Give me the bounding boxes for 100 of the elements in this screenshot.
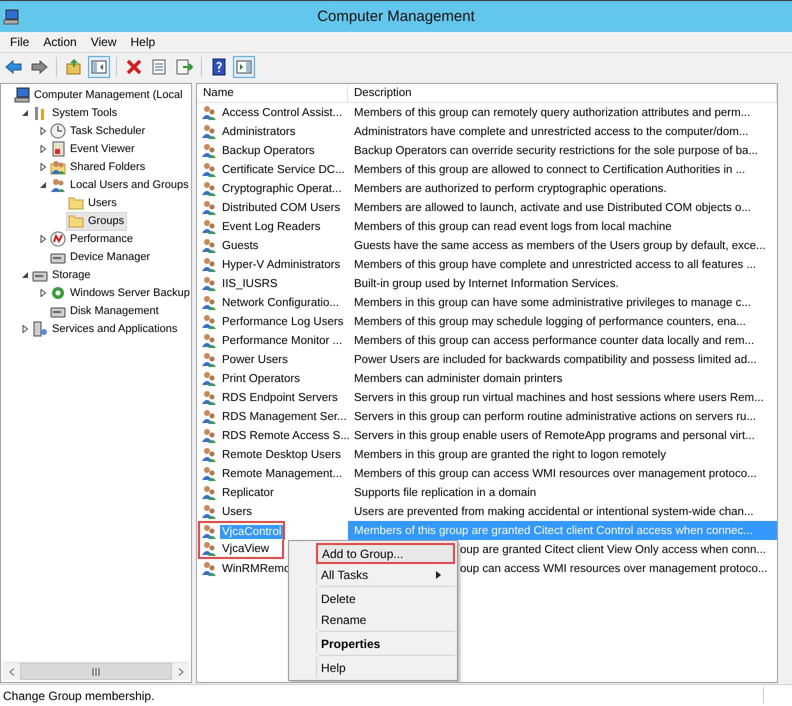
tree-item[interactable]: Groups <box>66 212 128 230</box>
tree-item[interactable]: Windows Server Backup <box>48 284 191 302</box>
gauge-icon <box>50 231 66 247</box>
expand-arrow-icon[interactable] <box>39 289 47 297</box>
menu-item[interactable]: Help <box>316 657 455 678</box>
grip-icon <box>92 668 100 676</box>
table-cell-text: Members of this group may schedule logging of performance counters, ena... <box>353 314 747 330</box>
tree-item[interactable]: Users <box>66 194 120 212</box>
table-cell-text: Members in this group are granted the right to logon remotely <box>353 448 667 462</box>
name-cell[interactable]: Print Operators <box>198 369 304 388</box>
name-cell[interactable]: RDS Remote Access S... <box>198 426 348 445</box>
table-cell-text: Distributed COM Users <box>221 200 342 214</box>
table-cell-text: Performance Log Users <box>221 314 344 328</box>
name-cell[interactable]: Distributed COM Users <box>198 198 344 217</box>
scroll-left-icon[interactable] <box>8 668 14 676</box>
table-cell-text: Supports file replication in a domain <box>353 486 538 500</box>
name-cell[interactable]: Remote Management... <box>198 464 346 483</box>
table-cell-text: oup are granted Citect client View Only access when conn... <box>460 542 767 558</box>
name-cell[interactable]: Remote Desktop Users <box>198 445 345 464</box>
scroll-right-icon[interactable] <box>178 668 184 676</box>
name-cell[interactable]: RDS Endpoint Servers <box>198 388 342 407</box>
name-cell[interactable]: Performance Monitor ... <box>198 331 346 350</box>
column-header[interactable]: Name <box>197 84 348 102</box>
expand-arrow-icon[interactable] <box>21 325 29 333</box>
menu-item[interactable]: Action <box>37 34 83 50</box>
action-pane-icon[interactable] <box>233 56 255 78</box>
tree-item[interactable]: Device Manager <box>48 248 154 266</box>
table-cell-text: Members can administer domain printers <box>353 372 564 386</box>
name-cell[interactable]: Guests <box>198 236 284 255</box>
group-icon <box>201 408 217 424</box>
tree-item[interactable]: Local Users and Groups <box>48 176 191 194</box>
name-cell[interactable]: Access Control Assist... <box>198 103 346 122</box>
tree-item[interactable]: Storage <box>30 266 94 284</box>
name-cell[interactable]: Backup Operators <box>198 141 319 160</box>
group-icon <box>201 314 217 330</box>
table-cell-text: Users are prevented from making accidental or intentional system-wide chan... <box>353 504 754 520</box>
expand-arrow-icon[interactable] <box>39 127 47 135</box>
table-cell-text: Replicator <box>221 486 275 500</box>
table-cell-text: Members in this group can have some administrative privileges to manage c... <box>353 296 752 310</box>
group-icon <box>201 162 217 178</box>
table-cell-text: Members of this group can access WMI resources over management protoco... <box>353 466 758 482</box>
name-cell[interactable]: Performance Log Users <box>198 312 348 331</box>
tree-pane-icon[interactable] <box>88 56 110 78</box>
folder-icon <box>68 213 84 229</box>
expand-arrow-icon[interactable] <box>39 163 47 171</box>
table-cell-text: Remote Management... <box>221 466 344 480</box>
table-cell-text: RDS Endpoint Servers <box>221 390 339 404</box>
tree-item[interactable]: Performance <box>48 230 136 248</box>
table-cell-text: Members of this group can access performance counter data locally and rem... <box>353 334 756 348</box>
menu-item[interactable]: Rename <box>316 609 455 630</box>
name-cell[interactable]: Hyper-V Administrators <box>198 255 344 274</box>
menu-item[interactable]: Help <box>124 34 162 50</box>
table-cell-text: Administrators have complete and unrestricted access to the computer/dom... <box>353 124 750 140</box>
expand-arrow-icon[interactable] <box>39 145 47 153</box>
tree-item[interactable]: Task Scheduler <box>48 122 148 140</box>
collapse-arrow-icon[interactable] <box>39 181 47 189</box>
tree-item[interactable]: System Tools <box>30 104 120 122</box>
collapse-arrow-icon[interactable] <box>21 271 29 279</box>
horizontal-scrollbar[interactable] <box>3 662 189 680</box>
table-cell: VjcaControl <box>220 524 284 538</box>
table-cell-text: Members of this group can remotely query authorization attributes and perm... <box>353 106 752 120</box>
menu-item[interactable]: Properties <box>316 633 455 654</box>
collapse-arrow-icon[interactable] <box>21 109 29 117</box>
table-cell-text: Power Users are included for backwards compatibility and possess limited ad... <box>353 352 758 368</box>
table-cell-text: Servers in this group can perform routine administrative actions on servers ru... <box>353 410 758 424</box>
name-cell[interactable]: RDS Management Ser... <box>198 407 348 426</box>
backup-icon <box>50 285 66 301</box>
menu-item[interactable]: View <box>84 34 122 50</box>
group-icon <box>201 484 217 500</box>
name-cell[interactable]: Replicator <box>198 483 284 502</box>
table-cell-text: Remote Desktop Users <box>221 448 342 462</box>
menu-item[interactable]: File <box>4 34 36 50</box>
tree-item[interactable]: Disk Management <box>48 302 162 320</box>
name-cell[interactable]: Network Configuratio... <box>198 293 343 312</box>
tree-item[interactable]: Computer Management (Local <box>12 86 186 104</box>
group-icon <box>201 200 217 216</box>
expand-arrow-icon[interactable] <box>39 235 47 243</box>
menu-item[interactable]: Delete <box>316 588 455 609</box>
tree-item[interactable]: Event Viewer <box>48 140 138 158</box>
name-cell[interactable]: Event Log Readers <box>198 217 324 236</box>
tree-item[interactable]: Services and Applications <box>30 320 180 338</box>
column-header[interactable]: Description <box>348 84 777 102</box>
name-cell[interactable]: Cryptographic Operat... <box>198 179 346 198</box>
name-cell[interactable]: Administrators <box>198 122 300 141</box>
group-icon <box>201 142 217 158</box>
menu-item[interactable]: All Tasks <box>316 564 455 585</box>
table-cell-text: Event Log Readers <box>221 220 322 234</box>
name-cell[interactable]: Users <box>198 502 284 521</box>
name-cell[interactable]: VjcaView <box>198 540 284 559</box>
tree-item[interactable]: Shared Folders <box>48 158 148 176</box>
name-cell[interactable]: IIS_IUSRS <box>198 274 284 293</box>
table-cell-text: Print Operators <box>221 372 301 386</box>
table-cell-text: Backup Operators can override security restrictions for the sole purpose of ba... <box>353 144 759 158</box>
group-icon <box>201 294 217 310</box>
name-cell[interactable]: Certificate Service DC... <box>198 160 348 179</box>
menu-item[interactable]: Add to Group... <box>316 543 455 564</box>
table-cell-text: Members of this group can read event logs from local machine <box>353 220 673 234</box>
group-icon <box>201 256 217 272</box>
name-cell[interactable]: Power Users <box>198 350 292 369</box>
name-cell[interactable]: WinRMRemo <box>198 559 294 578</box>
